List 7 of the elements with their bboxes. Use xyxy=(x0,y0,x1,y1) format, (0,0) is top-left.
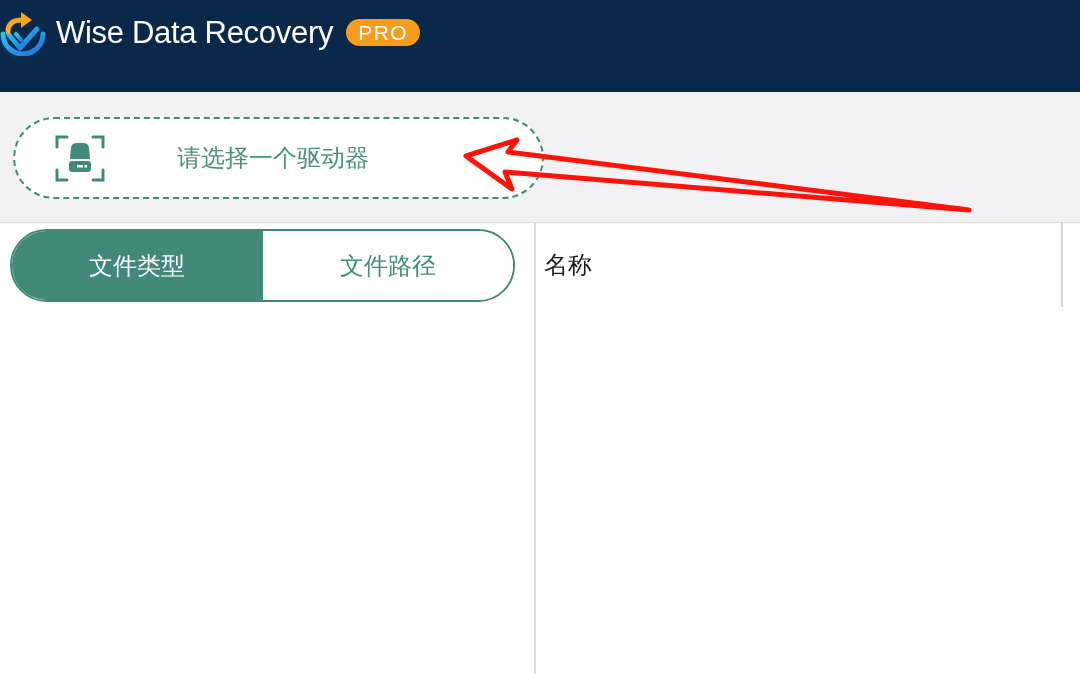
view-tab[interactable]: 文件类型 xyxy=(12,231,263,300)
column-header[interactable]: 名称 xyxy=(536,223,1063,307)
drive-icon xyxy=(55,134,105,182)
pro-badge: PRO xyxy=(346,18,421,46)
app-title: Wise Data Recovery xyxy=(56,15,334,51)
logo-icon xyxy=(0,10,46,56)
select-drive-button[interactable]: 请选择一个驱动器 xyxy=(13,117,544,199)
